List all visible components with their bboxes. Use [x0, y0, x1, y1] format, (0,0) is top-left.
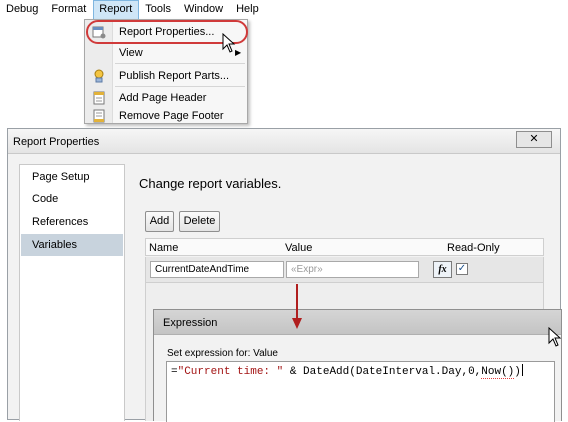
red-arrow-icon — [292, 284, 302, 329]
publish-parts-icon — [94, 69, 104, 83]
menu-window[interactable]: Window — [178, 0, 230, 20]
code-squiggle-token: Now() — [481, 366, 515, 379]
menu-tools[interactable]: Tools — [139, 0, 178, 20]
page-header-icon — [93, 91, 105, 105]
dialog-title: Report Properties — [13, 136, 100, 148]
code-closing-paren: ) — [514, 366, 521, 378]
text-caret — [521, 364, 523, 376]
menu-item-label: Add Page Header — [119, 92, 207, 104]
nav-item-references[interactable]: References — [21, 211, 123, 233]
code-operator: = — [171, 366, 178, 378]
add-button[interactable]: Add — [145, 211, 174, 232]
read-only-checkbox[interactable]: ✓ — [456, 263, 468, 275]
menu-item-label: View — [119, 47, 143, 59]
menu-format[interactable]: Format — [45, 0, 93, 20]
nav-item-page-setup[interactable]: Page Setup — [21, 166, 123, 188]
menu-item-add-page-header[interactable]: Add Page Header — [85, 88, 247, 108]
menu-separator — [115, 63, 245, 64]
menu-item-label: Remove Page Footer — [119, 110, 224, 122]
menu-debug[interactable]: Debug — [0, 0, 45, 20]
expression-title: Expression — [163, 317, 218, 329]
variable-name-input[interactable]: CurrentDateAndTime — [150, 261, 284, 278]
menu-item-label: Publish Report Parts... — [119, 70, 230, 82]
panel-heading: Change report variables. — [139, 176, 282, 191]
variable-value-input[interactable]: «Expr» — [286, 261, 419, 278]
menu-report[interactable]: Report — [93, 0, 140, 20]
page-footer-icon — [93, 109, 105, 123]
variables-grid-header: Name Value Read-Only — [145, 238, 544, 256]
expression-fx-button[interactable]: fx — [433, 261, 452, 278]
close-button[interactable]: ✕ — [516, 131, 552, 148]
expression-code: ="Current time: " & DateAdd(DateInterval… — [171, 364, 523, 379]
nav-item-variables[interactable]: Variables — [21, 234, 123, 256]
menu-bar: Debug Format Report Tools Window Help — [0, 0, 259, 20]
column-header-name: Name — [149, 242, 179, 254]
column-header-read-only: Read-Only — [447, 242, 500, 254]
properties-nav: Page Setup Code References Variables — [19, 164, 125, 421]
delete-button[interactable]: Delete — [179, 211, 220, 232]
dialog-titlebar: Report Properties ✕ — [8, 129, 560, 154]
expression-titlebar: Expression — [154, 310, 561, 335]
menu-item-remove-page-footer[interactable]: Remove Page Footer — [85, 106, 247, 126]
code-function-call: & DateAdd(DateInterval.Day,0, — [283, 366, 482, 378]
code-string-literal: "Current time: " — [177, 366, 284, 378]
menu-separator — [115, 86, 245, 87]
menu-item-publish-report-parts[interactable]: Publish Report Parts... — [85, 66, 247, 86]
nav-item-code[interactable]: Code — [21, 188, 123, 210]
expression-dialog: Expression Set expression for: Value ="C… — [153, 309, 562, 422]
report-properties-dialog: Report Properties ✕ Page Setup Code Refe… — [7, 128, 562, 422]
expression-target-label: Set expression for: Value — [167, 348, 278, 359]
menu-help[interactable]: Help — [230, 0, 266, 20]
mouse-cursor-icon — [222, 33, 236, 53]
mouse-cursor-icon — [548, 327, 562, 347]
expression-editor[interactable]: ="Current time: " & DateAdd(DateInterval… — [166, 361, 555, 422]
column-header-value: Value — [285, 242, 313, 254]
table-row: CurrentDateAndTime «Expr» fx ✓ — [145, 257, 544, 283]
